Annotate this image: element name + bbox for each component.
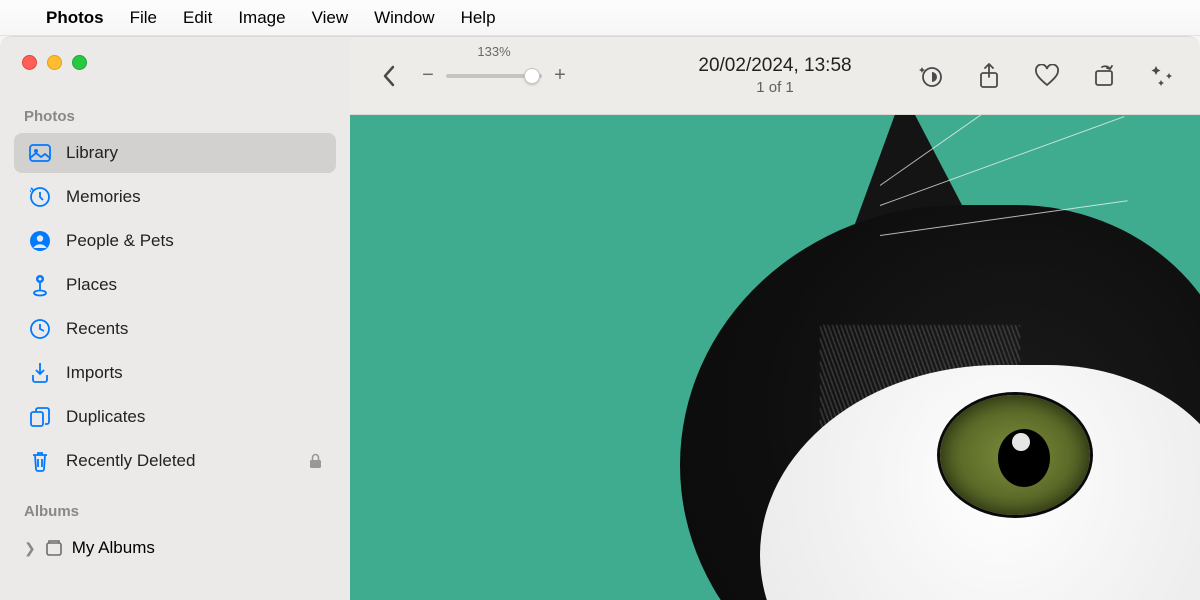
auto-enhance-button[interactable] <box>916 61 946 91</box>
sidebar-item-memories[interactable]: Memories <box>14 177 336 217</box>
sidebar-item-label: People & Pets <box>66 231 174 251</box>
minimize-window-button[interactable] <box>47 55 62 70</box>
zoom-out-button[interactable]: − <box>420 64 436 87</box>
sidebar-item-recents[interactable]: Recents <box>14 309 336 349</box>
people-icon <box>28 229 52 253</box>
sidebar-item-imports[interactable]: Imports <box>14 353 336 393</box>
back-button[interactable] <box>372 59 406 93</box>
menu-view[interactable]: View <box>312 8 349 28</box>
sidebar: Photos Library Memories People & Pets Pl… <box>0 37 350 600</box>
system-menubar: Photos File Edit Image View Window Help <box>0 0 1200 36</box>
zoom-slider-thumb[interactable] <box>524 68 540 84</box>
sidebar-item-label: Library <box>66 143 118 163</box>
zoom-control: 133% − + <box>420 64 568 87</box>
imports-icon <box>28 361 52 385</box>
sidebar-item-label: My Albums <box>72 538 155 558</box>
sidebar-item-label: Duplicates <box>66 407 145 427</box>
album-icon <box>42 536 66 560</box>
sidebar-item-my-albums[interactable]: ❯ My Albums <box>10 528 340 568</box>
photo-date: 20/02/2024, 13:58 <box>698 55 851 77</box>
cat-photo <box>620 115 1200 600</box>
zoom-percent-label: 133% <box>477 44 510 59</box>
zoom-in-button[interactable]: + <box>552 64 568 87</box>
lock-icon <box>309 453 322 469</box>
adjust-button[interactable] <box>1148 61 1178 91</box>
sidebar-item-library[interactable]: Library <box>14 133 336 173</box>
toolbar-actions <box>916 61 1178 91</box>
sidebar-item-places[interactable]: Places <box>14 265 336 305</box>
rotate-button[interactable] <box>1090 61 1120 91</box>
section-albums-label: Albums <box>0 497 350 526</box>
deleted-icon <box>28 449 52 473</box>
sidebar-item-duplicates[interactable]: Duplicates <box>14 397 336 437</box>
photo-title-block: 20/02/2024, 13:58 1 of 1 <box>698 55 851 96</box>
sidebar-item-label: Memories <box>66 187 141 207</box>
library-icon <box>28 141 52 165</box>
sidebar-item-recently-deleted[interactable]: Recently Deleted <box>14 441 336 481</box>
window-controls <box>0 55 350 70</box>
sidebar-item-label: Recents <box>66 319 128 339</box>
chevron-right-icon[interactable]: ❯ <box>24 540 36 557</box>
section-photos-label: Photos <box>0 102 350 131</box>
favorite-button[interactable] <box>1032 61 1062 91</box>
content-area: 133% − + 20/02/2024, 13:58 1 of 1 <box>350 37 1200 600</box>
photo-viewer[interactable] <box>350 115 1200 600</box>
zoom-slider[interactable] <box>446 74 542 78</box>
menu-app[interactable]: Photos <box>46 8 104 28</box>
menu-edit[interactable]: Edit <box>183 8 212 28</box>
menu-help[interactable]: Help <box>461 8 496 28</box>
duplicates-icon <box>28 405 52 429</box>
close-window-button[interactable] <box>22 55 37 70</box>
places-icon <box>28 273 52 297</box>
sidebar-item-label: Recently Deleted <box>66 451 195 471</box>
share-button[interactable] <box>974 61 1004 91</box>
sidebar-item-label: Imports <box>66 363 123 383</box>
recents-icon <box>28 317 52 341</box>
fullscreen-window-button[interactable] <box>72 55 87 70</box>
app-window: Photos Library Memories People & Pets Pl… <box>0 36 1200 600</box>
menu-image[interactable]: Image <box>238 8 285 28</box>
photo-count: 1 of 1 <box>698 79 851 96</box>
sidebar-item-people-pets[interactable]: People & Pets <box>14 221 336 261</box>
viewer-toolbar: 133% − + 20/02/2024, 13:58 1 of 1 <box>350 37 1200 115</box>
memories-icon <box>28 185 52 209</box>
sidebar-item-label: Places <box>66 275 117 295</box>
menu-file[interactable]: File <box>130 8 157 28</box>
menu-window[interactable]: Window <box>374 8 434 28</box>
